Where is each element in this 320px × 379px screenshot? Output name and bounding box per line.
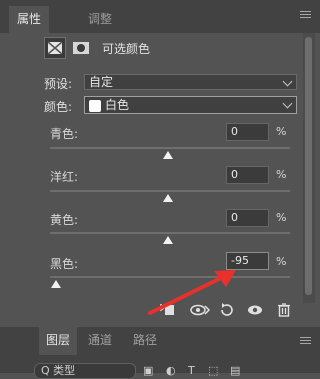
colors-select[interactable]: 白色 bbox=[84, 96, 297, 114]
preset-select[interactable]: 自定 bbox=[84, 74, 297, 90]
black-slider-thumb[interactable] bbox=[50, 280, 61, 288]
yellow-slider-track[interactable] bbox=[50, 232, 290, 234]
cyan-slider-thumb[interactable] bbox=[163, 151, 174, 159]
cyan-input[interactable]: 0 bbox=[226, 123, 269, 141]
black-slider-track[interactable] bbox=[50, 276, 290, 278]
cyan-label: 青色: bbox=[50, 127, 79, 141]
panel-menu-icon[interactable] bbox=[300, 11, 311, 20]
magenta-slider-thumb[interactable] bbox=[163, 194, 174, 202]
reset-icon[interactable] bbox=[218, 301, 236, 319]
delete-trash-icon[interactable] bbox=[275, 301, 293, 319]
visibility-eye-icon[interactable] bbox=[246, 301, 264, 319]
chevron-down-icon bbox=[282, 98, 293, 109]
yellow-slider-thumb[interactable] bbox=[163, 236, 174, 244]
tab-channels[interactable]: 通道 bbox=[88, 327, 112, 355]
properties-tabbar: 属性 调整 bbox=[0, 0, 320, 33]
layer-filter-search[interactable]: Q 类型 bbox=[34, 363, 136, 379]
layers-menu-icon[interactable] bbox=[300, 337, 311, 346]
adjustment-title: 可选颜色 bbox=[102, 42, 151, 56]
magenta-input[interactable]: 0 bbox=[226, 166, 269, 184]
cyan-slider-track[interactable] bbox=[50, 147, 290, 149]
yellow-input[interactable]: 0 bbox=[226, 209, 269, 227]
yellow-label: 黄色: bbox=[50, 213, 79, 227]
black-input[interactable]: -95 bbox=[226, 252, 269, 270]
layers-panel: 图层 通道 路径 Q 类型 ▣ ◐ T ⬚ ▤ bbox=[0, 327, 320, 379]
chevron-down-icon bbox=[282, 76, 293, 87]
yellow-unit: % bbox=[276, 211, 287, 224]
image-filter-icon[interactable]: ▣ bbox=[143, 364, 153, 377]
magenta-unit: % bbox=[276, 168, 287, 181]
tab-adjustments[interactable]: 调整 bbox=[88, 6, 112, 33]
tab-properties[interactable]: 属性 bbox=[9, 6, 50, 33]
colors-value: 白色 bbox=[105, 98, 130, 112]
magenta-slider-track[interactable] bbox=[50, 190, 290, 192]
tab-paths[interactable]: 路径 bbox=[133, 327, 157, 355]
cyan-unit: % bbox=[276, 125, 287, 138]
preset-label: 预设: bbox=[44, 77, 73, 91]
selective-color-icon bbox=[44, 37, 66, 59]
preset-value: 自定 bbox=[89, 75, 114, 89]
view-previous-state-icon[interactable] bbox=[189, 301, 211, 319]
adjustment-filter-icon[interactable]: ◐ bbox=[166, 364, 176, 377]
tab-layers[interactable]: 图层 bbox=[39, 327, 78, 355]
smart-object-filter-icon[interactable]: ▤ bbox=[230, 364, 240, 377]
scrollbar-thumb[interactable] bbox=[305, 37, 312, 295]
type-filter-icon[interactable]: T bbox=[188, 364, 195, 377]
colors-label: 颜色: bbox=[44, 100, 73, 114]
panel-scrollbar[interactable] bbox=[303, 33, 315, 303]
black-label: 黑色: bbox=[50, 257, 79, 271]
properties-toolbar bbox=[0, 297, 320, 323]
color-swatch bbox=[89, 99, 101, 112]
layer-mask-icon[interactable] bbox=[70, 37, 92, 59]
magenta-label: 洋红: bbox=[50, 170, 79, 184]
shape-filter-icon[interactable]: ⬚ bbox=[208, 364, 218, 377]
clip-to-layer-icon[interactable] bbox=[158, 301, 176, 319]
black-unit: % bbox=[276, 255, 287, 268]
